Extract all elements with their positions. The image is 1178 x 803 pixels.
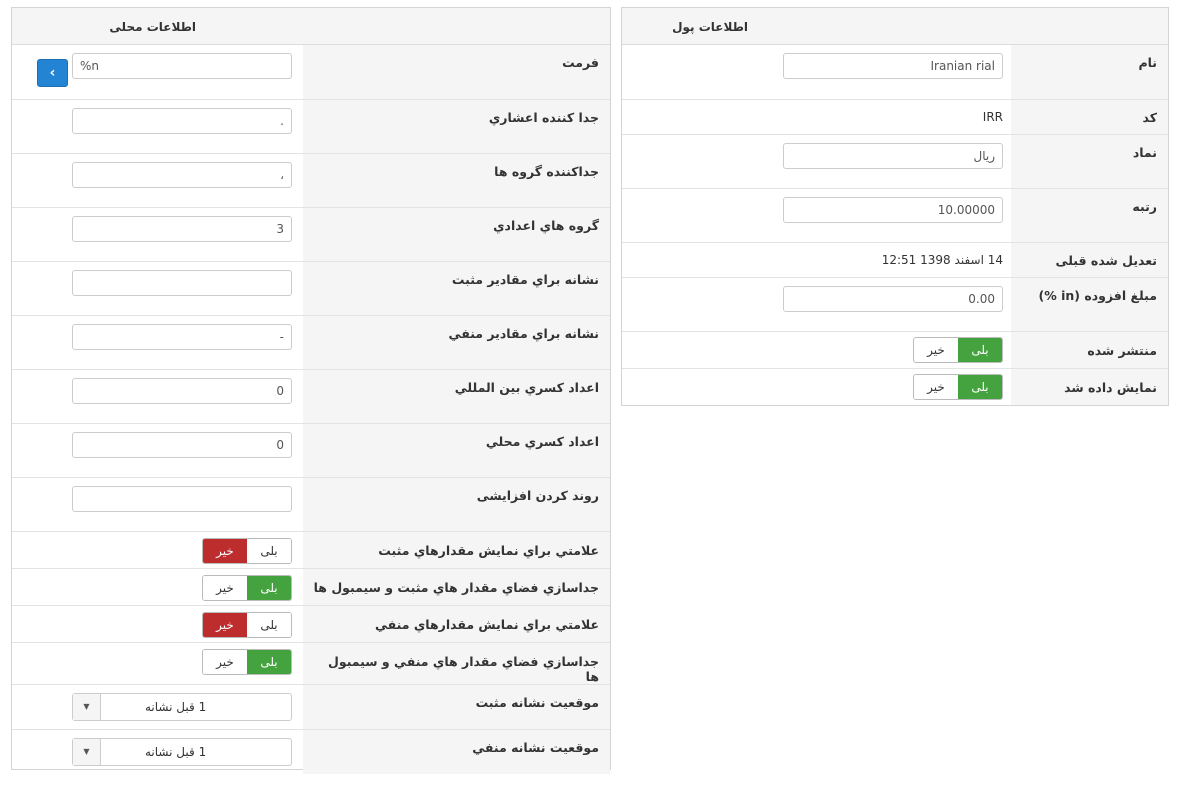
neg-space-label: جداسازي فضاي مقدار هاي منفي و سيمبول ها <box>303 641 610 684</box>
neg-space-yes[interactable]: بلی <box>247 649 291 674</box>
decimal-separator-label: جدا کننده اعشاري <box>303 98 610 153</box>
pos-space-toggle: بلی خیر <box>202 574 292 601</box>
locale-panel-header: اطلاعات محلی <box>12 8 610 45</box>
added-amount-input[interactable]: 0.00 <box>783 285 1003 312</box>
last-modified-value: 14 اسفند 1398 12:51 <box>881 252 1003 267</box>
negative-sign-input[interactable]: - <box>72 323 292 350</box>
pos-sign-position-select[interactable]: ▼ 1 قبل نشانه <box>72 692 292 721</box>
row-negative-sign: نشانه براي مقادير منفي - <box>12 314 610 369</box>
row-added-amount: مبلغ افزوده (in %) 0.00 <box>622 276 1168 331</box>
positive-sign-input[interactable] <box>72 269 292 296</box>
displayed-no[interactable]: خیر <box>914 374 958 399</box>
displayed-label: نمایش داده شد <box>1011 367 1168 405</box>
row-symbol: نماد ریال <box>622 133 1168 188</box>
format-apply-button[interactable]: › <box>37 59 68 87</box>
row-rounding-increment: روند کردن افزایشی <box>12 476 610 531</box>
intl-fraction-digits-input[interactable]: 0 <box>72 377 292 404</box>
row-pos-space: جداسازي فضاي مقدار هاي مثبت و سيمبول ها … <box>12 567 610 605</box>
pos-sign-display-label: علامتي براي نمايش مقدارهاي مثبت <box>303 530 610 568</box>
row-digit-groups: گروه هاي اعدادي 3 <box>12 206 610 261</box>
neg-sign-position-select[interactable]: ▼ 1 قبل نشانه <box>72 737 292 766</box>
chevron-down-icon: ▼ <box>73 693 101 720</box>
row-positive-sign: نشانه براي مقادير مثبت <box>12 260 610 315</box>
format-label: فرمت <box>303 45 610 99</box>
published-yes[interactable]: بلی <box>958 337 1002 362</box>
neg-sign-display-label: علامتي براي نمايش مقدارهاي منفي <box>303 604 610 642</box>
rank-label: رتبه <box>1011 187 1168 242</box>
row-last-modified: تعدیل شده قبلی 14 اسفند 1398 12:51 <box>622 241 1168 277</box>
displayed-yes[interactable]: بلی <box>958 374 1002 399</box>
intl-fraction-digits-label: اعداد كسري بين المللي <box>303 368 610 423</box>
row-neg-sign-position: موقعيت نشانه منفي ▼ 1 قبل نشانه <box>12 728 610 774</box>
neg-space-toggle: بلی خیر <box>202 648 292 675</box>
rounding-increment-input[interactable] <box>72 485 292 512</box>
published-toggle: بلی خیر <box>913 336 1003 363</box>
neg-sign-display-no[interactable]: خیر <box>203 612 247 637</box>
row-published: منتشر شده بلی خیر <box>622 330 1168 368</box>
name-input[interactable]: Iranian rial <box>783 53 1003 79</box>
pos-space-label: جداسازي فضاي مقدار هاي مثبت و سيمبول ها <box>303 567 610 605</box>
row-decimal-separator: جدا کننده اعشاري . <box>12 98 610 153</box>
pos-space-no[interactable]: خیر <box>203 575 247 600</box>
format-input[interactable]: %n <box>72 53 292 79</box>
pos-sign-display-no[interactable]: خیر <box>203 538 247 563</box>
chevron-down-icon: ▼ <box>73 738 101 765</box>
local-fraction-digits-input[interactable]: 0 <box>72 431 292 458</box>
pos-sign-display-yes[interactable]: بلی <box>247 538 291 563</box>
negative-sign-label: نشانه براي مقادير منفي <box>303 314 610 369</box>
group-separator-input[interactable]: ، <box>72 161 292 188</box>
row-displayed: نمایش داده شد بلی خیر <box>622 367 1168 405</box>
locale-panel-title: اطلاعات محلی <box>109 20 196 34</box>
rounding-increment-label: روند کردن افزایشی <box>303 476 610 531</box>
group-separator-label: جداكننده گروه ها <box>303 152 610 207</box>
row-name: نام Iranian rial <box>622 45 1168 99</box>
money-table: نام Iranian rial کد IRR نماد ریال رتبه 1… <box>622 45 1168 405</box>
money-panel: اطلاعات پول نام Iranian rial کد IRR نماد… <box>621 7 1169 406</box>
locale-panel: اطلاعات محلی فرمت %n › جدا کننده اعشاري … <box>11 7 611 774</box>
row-code: کد IRR <box>622 98 1168 134</box>
neg-sign-position-label: موقعيت نشانه منفي <box>303 728 610 774</box>
money-panel-header: اطلاعات پول <box>622 8 1168 45</box>
row-intl-fraction-digits: اعداد كسري بين المللي 0 <box>12 368 610 423</box>
last-modified-label: تعدیل شده قبلی <box>1011 241 1168 277</box>
added-amount-label: مبلغ افزوده (in %) <box>1011 276 1168 331</box>
displayed-toggle: بلی خیر <box>913 373 1003 400</box>
pos-sign-position-value: 1 قبل نشانه <box>145 699 207 714</box>
symbol-input[interactable]: ریال <box>783 142 1003 169</box>
pos-sign-position-label: موقعيت نشانه مثبت <box>303 683 610 729</box>
row-group-separator: جداكننده گروه ها ، <box>12 152 610 207</box>
neg-sign-display-yes[interactable]: بلی <box>247 612 291 637</box>
money-panel-title: اطلاعات پول <box>672 20 748 34</box>
decimal-separator-input[interactable]: . <box>72 107 292 134</box>
published-no[interactable]: خیر <box>914 337 958 362</box>
local-fraction-digits-label: اعداد كسري محلي <box>303 422 610 477</box>
locale-table: فرمت %n › جدا کننده اعشاري . جداكننده گر… <box>12 45 610 774</box>
pos-sign-display-toggle: بلی خیر <box>202 537 292 564</box>
row-rank: رتبه 10.00000 <box>622 187 1168 242</box>
name-label: نام <box>1011 45 1168 99</box>
digit-groups-input[interactable]: 3 <box>72 215 292 242</box>
neg-sign-position-value: 1 قبل نشانه <box>145 744 207 759</box>
symbol-label: نماد <box>1011 133 1168 188</box>
row-neg-sign-display: علامتي براي نمايش مقدارهاي منفي بلی خیر <box>12 604 610 642</box>
row-format: فرمت %n › <box>12 45 610 99</box>
rank-input[interactable]: 10.00000 <box>783 196 1003 223</box>
row-local-fraction-digits: اعداد كسري محلي 0 <box>12 422 610 477</box>
published-label: منتشر شده <box>1011 330 1168 368</box>
code-label: کد <box>1011 98 1168 134</box>
positive-sign-label: نشانه براي مقادير مثبت <box>303 260 610 315</box>
neg-sign-display-toggle: بلی خیر <box>202 611 292 638</box>
row-pos-sign-position: موقعيت نشانه مثبت ▼ 1 قبل نشانه <box>12 683 610 729</box>
row-pos-sign-display: علامتي براي نمايش مقدارهاي مثبت بلی خیر <box>12 530 610 568</box>
neg-space-no[interactable]: خیر <box>203 649 247 674</box>
code-value: IRR <box>982 109 1003 124</box>
pos-space-yes[interactable]: بلی <box>247 575 291 600</box>
digit-groups-label: گروه هاي اعدادي <box>303 206 610 261</box>
row-neg-space: جداسازي فضاي مقدار هاي منفي و سيمبول ها … <box>12 641 610 684</box>
